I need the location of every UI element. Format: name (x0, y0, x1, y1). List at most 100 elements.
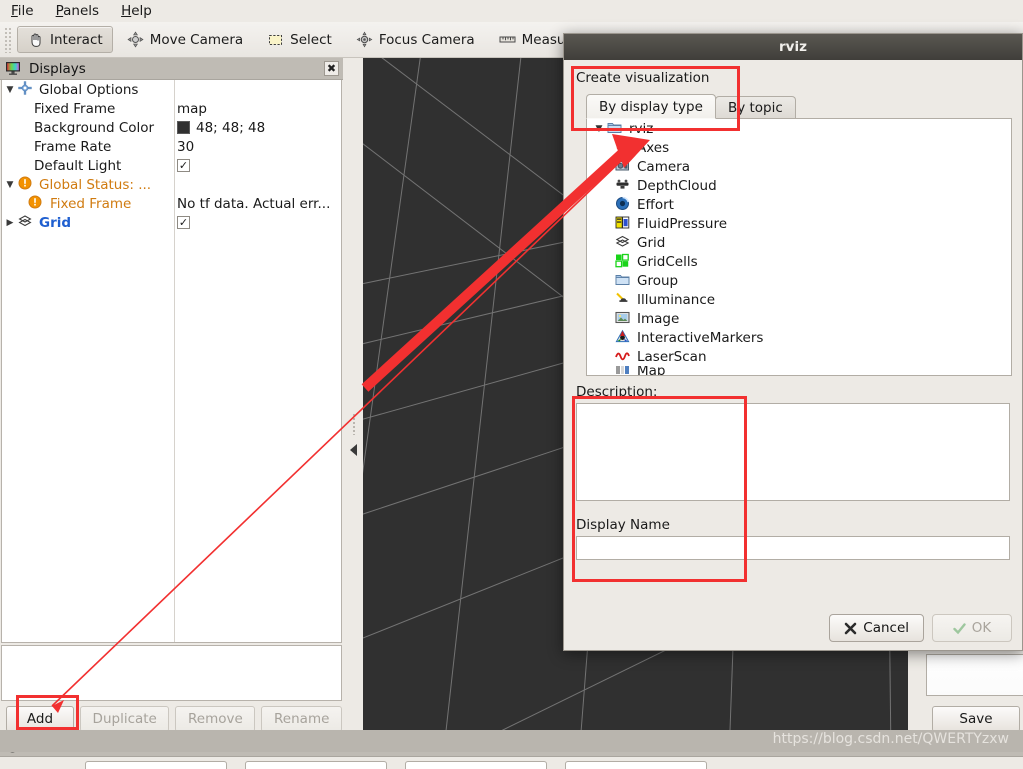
cancel-button[interactable]: Cancel (829, 614, 924, 642)
color-swatch[interactable] (177, 121, 190, 134)
add-button[interactable]: Add (6, 706, 74, 732)
tool-interact[interactable]: Interact (17, 26, 113, 53)
displays-button-bar: Add Duplicate Remove Rename (6, 706, 342, 732)
collapse-twisty-icon[interactable]: ▶ (2, 218, 18, 228)
tool-select[interactable]: Select (257, 26, 342, 53)
table-row[interactable]: Frame Rate 30 (2, 137, 341, 156)
ok-button[interactable]: OK (932, 614, 1012, 642)
tree-root-label: rviz (629, 120, 654, 137)
expand-twisty-icon[interactable]: ▼ (2, 85, 18, 95)
display-name-label: Display Name (576, 517, 670, 533)
expand-twisty-icon[interactable]: ▼ (591, 124, 607, 134)
display-properties-tree[interactable]: ▼ Global Options Fixed Frame map Backgro… (1, 80, 342, 643)
property-label: Global Status: ... (39, 176, 152, 193)
tab-by-topic[interactable]: By topic (714, 96, 796, 119)
menu-item-help[interactable]: Help (118, 2, 155, 20)
menu-item-file[interactable]: File (8, 2, 37, 20)
list-item[interactable]: Grid (587, 233, 1011, 252)
time-fields-row (0, 757, 1023, 769)
table-row[interactable]: Background Color 48; 48; 48 (2, 118, 341, 137)
default-light-checkbox[interactable]: ✓ (177, 159, 190, 172)
panel-splitter[interactable] (344, 58, 363, 730)
column-divider (174, 80, 175, 642)
ros-time-field[interactable] (85, 761, 227, 769)
laserscan-icon (615, 348, 632, 365)
save-button[interactable]: Save (932, 706, 1020, 732)
create-visualization-dialog: rviz Create visualization By display typ… (563, 33, 1023, 651)
list-item-label: LaserScan (637, 348, 707, 365)
expand-twisty-icon[interactable]: ▼ (2, 180, 18, 190)
list-item[interactable]: Group (587, 271, 1011, 290)
gear-icon (18, 81, 35, 98)
tool-focus-camera[interactable]: Focus Camera (346, 26, 485, 53)
table-row[interactable]: ▶ Grid ✓ (2, 213, 341, 232)
property-value: No tf data. Actual err... (177, 195, 331, 212)
list-item[interactable]: GridCells (587, 252, 1011, 271)
table-row[interactable]: ▼ Global Options (2, 80, 341, 99)
ruler-icon (499, 31, 516, 48)
table-row[interactable]: Fixed Frame map (2, 99, 341, 118)
ok-button-label: OK (971, 620, 992, 636)
menu-item-panels-label: anels (63, 3, 100, 19)
list-item[interactable]: LaserScan (587, 347, 1011, 366)
list-item-label: Grid (637, 234, 666, 251)
displays-panel-title: Displays (29, 60, 86, 77)
menu-item-panels[interactable]: Panels (53, 2, 102, 20)
fluidpressure-icon (615, 215, 632, 232)
list-item[interactable]: FluidPressure (587, 214, 1011, 233)
map-icon (615, 366, 632, 375)
display-type-tree[interactable]: ▼ rviz Axes Camera DepthCloud Effort Flu… (586, 118, 1012, 376)
property-label: Frame Rate (34, 138, 112, 155)
list-item-label: DepthCloud (637, 177, 717, 194)
table-row[interactable]: Fixed Frame No tf data. Actual err... (2, 194, 341, 213)
display-help-area (1, 645, 342, 701)
list-item-label: Camera (637, 158, 690, 175)
image-icon (615, 310, 632, 327)
table-row[interactable]: Default Light ✓ (2, 156, 341, 175)
cancel-button-label: Cancel (863, 620, 909, 636)
description-textbox[interactable] (576, 403, 1010, 501)
table-row[interactable]: ▼ Global Status: ... (2, 175, 341, 194)
list-item[interactable]: Camera (587, 157, 1011, 176)
interactivemarkers-icon (615, 329, 632, 346)
focus-camera-icon (356, 31, 373, 48)
monitor-icon (5, 60, 22, 77)
list-item-label: FluidPressure (637, 215, 728, 232)
wall-time-field[interactable] (405, 761, 547, 769)
splitter-grip (351, 413, 356, 435)
tree-root-rviz[interactable]: ▼ rviz (587, 119, 1011, 138)
property-label: Fixed Frame (50, 195, 132, 212)
tab-by-display-type[interactable]: By display type (586, 94, 716, 119)
move-camera-icon (127, 31, 144, 48)
list-item-label: Axes (637, 139, 670, 156)
rename-button[interactable]: Rename (261, 706, 342, 732)
display-name-input[interactable] (576, 536, 1010, 560)
property-value: 48; 48; 48 (196, 119, 266, 136)
duplicate-button[interactable]: Duplicate (80, 706, 170, 732)
list-item[interactable]: Axes (587, 138, 1011, 157)
rviz-window: File Panels Help Interact Move Camera Se… (0, 0, 1023, 769)
list-item-label: InteractiveMarkers (637, 329, 764, 346)
property-label: Grid (39, 214, 72, 231)
tool-focus-camera-label: Focus Camera (378, 31, 475, 48)
list-item[interactable]: InteractiveMarkers (587, 328, 1011, 347)
list-item[interactable]: Image (587, 309, 1011, 328)
warning-icon (18, 176, 35, 193)
dialog-tabbar: By display type By topic (586, 94, 1012, 119)
list-item[interactable]: Effort (587, 195, 1011, 214)
list-item[interactable]: Illuminance (587, 290, 1011, 309)
list-item[interactable]: DepthCloud (587, 176, 1011, 195)
ros-elapsed-field[interactable] (245, 761, 387, 769)
remove-button[interactable]: Remove (175, 706, 256, 732)
wall-elapsed-field[interactable] (565, 761, 707, 769)
menu-item-help-label: elp (131, 3, 152, 19)
dialog-titlebar[interactable]: rviz (564, 34, 1022, 60)
tool-move-camera[interactable]: Move Camera (117, 26, 253, 53)
collapse-left-arrow-icon[interactable] (350, 444, 357, 456)
close-icon[interactable]: ✖ (324, 61, 339, 76)
right-panel-field[interactable] (926, 654, 1023, 696)
grid-enabled-checkbox[interactable]: ✓ (177, 216, 190, 229)
hand-icon (27, 31, 44, 48)
list-item[interactable]: Map (587, 366, 1011, 375)
toolbar-drag-handle[interactable] (4, 26, 13, 53)
